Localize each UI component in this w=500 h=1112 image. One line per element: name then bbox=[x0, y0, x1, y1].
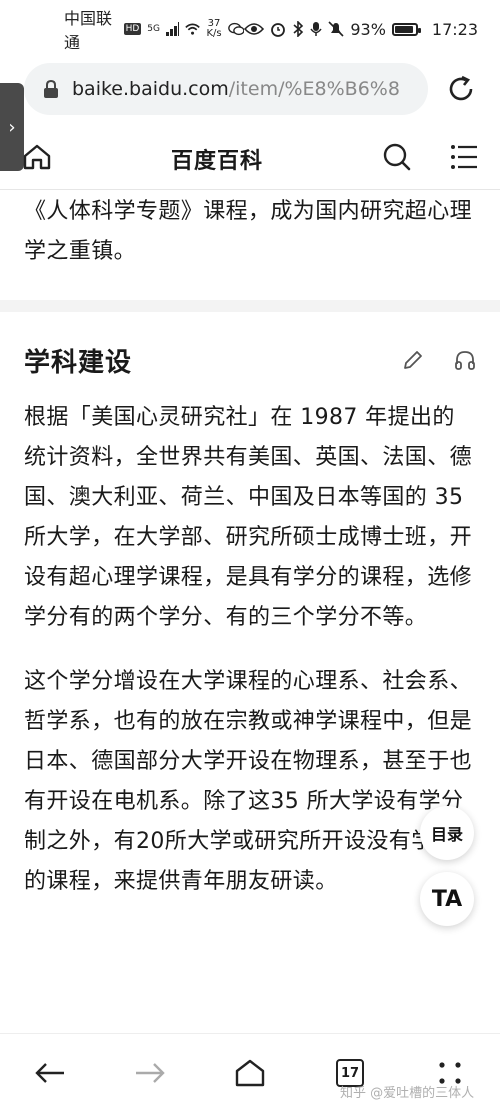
page-title: 百度百科 bbox=[170, 148, 263, 174]
app-bar: 百度百科 bbox=[0, 128, 500, 190]
back-button[interactable] bbox=[20, 1043, 80, 1103]
home-button[interactable] bbox=[22, 142, 52, 176]
battery-percent: 93% bbox=[350, 19, 386, 39]
battery-icon bbox=[391, 22, 421, 36]
status-bar: 中国联通 HD 5G 37 K/s 93% 17:23 bbox=[0, 0, 500, 58]
status-right: 93% 17:23 bbox=[244, 20, 478, 39]
status-left: 中国联通 HD 5G 37 K/s bbox=[64, 5, 245, 53]
paragraph-1: 根据「美国心灵研究社」在 1987 年提出的统计资料，全世界共有美国、英国、法国… bbox=[24, 405, 473, 630]
search-button[interactable] bbox=[382, 142, 412, 176]
wechat-icon bbox=[227, 22, 245, 36]
home-outline-icon bbox=[235, 1059, 265, 1087]
arrow-right-icon bbox=[136, 1063, 165, 1083]
eye-icon bbox=[244, 23, 265, 35]
paragraph-2: 这个学分增设在大学课程的心理系、社会系、哲学系，也有的放在宗教或神学课程中，但是… bbox=[24, 669, 473, 894]
signal-icon bbox=[165, 22, 180, 36]
edit-icon[interactable] bbox=[402, 349, 424, 371]
url-host: baike.baidu.com bbox=[72, 78, 229, 100]
section-header: 学科建设 bbox=[0, 338, 500, 382]
clock: 17:23 bbox=[431, 19, 478, 39]
section-tools bbox=[402, 349, 476, 371]
nav-home-button[interactable] bbox=[220, 1043, 280, 1103]
battery-fill bbox=[394, 25, 414, 33]
arrow-left-icon bbox=[35, 1063, 64, 1083]
bluetooth-icon bbox=[293, 21, 304, 37]
address-bar[interactable]: baike.baidu.com/item/%E8%B6%8 bbox=[24, 63, 428, 115]
watermark: 知乎 @爱吐槽的三体人 bbox=[340, 1086, 475, 1101]
toc-button[interactable]: 目录 bbox=[420, 806, 474, 860]
forward-button[interactable] bbox=[120, 1043, 180, 1103]
reload-button[interactable] bbox=[440, 68, 482, 110]
mute-bell-icon bbox=[328, 21, 344, 37]
url-path: /item/%E8%B6%8 bbox=[228, 78, 400, 100]
section-title: 学科建设 bbox=[24, 347, 133, 378]
article-content: 《人体科学专题》课程，成为国内研究超心理学之重镇。 学科建设 根据「美国心灵研究… bbox=[0, 190, 500, 902]
app-bar-actions bbox=[382, 142, 478, 176]
section-divider bbox=[0, 300, 500, 312]
speed-unit: K/s bbox=[206, 28, 222, 39]
home-icon bbox=[23, 144, 51, 169]
alarm-icon bbox=[271, 23, 286, 37]
microphone-icon bbox=[310, 22, 322, 36]
headphones-icon[interactable] bbox=[454, 349, 476, 371]
menu-icon bbox=[450, 144, 477, 169]
network-label: 5G bbox=[147, 24, 160, 34]
carrier-label: 中国联通 bbox=[64, 9, 113, 52]
ta-button[interactable]: TA bbox=[420, 872, 474, 926]
hd-badge: HD bbox=[123, 23, 142, 35]
search-icon bbox=[383, 143, 411, 170]
intro-paragraph: 《人体科学专题》课程，成为国内研究超心理学之重镇。 bbox=[24, 199, 473, 264]
network-speed: 37 K/s bbox=[206, 19, 221, 39]
reload-icon bbox=[449, 75, 473, 101]
lock-icon bbox=[44, 79, 58, 98]
wifi-icon bbox=[185, 23, 201, 35]
menu-button[interactable] bbox=[450, 144, 478, 174]
